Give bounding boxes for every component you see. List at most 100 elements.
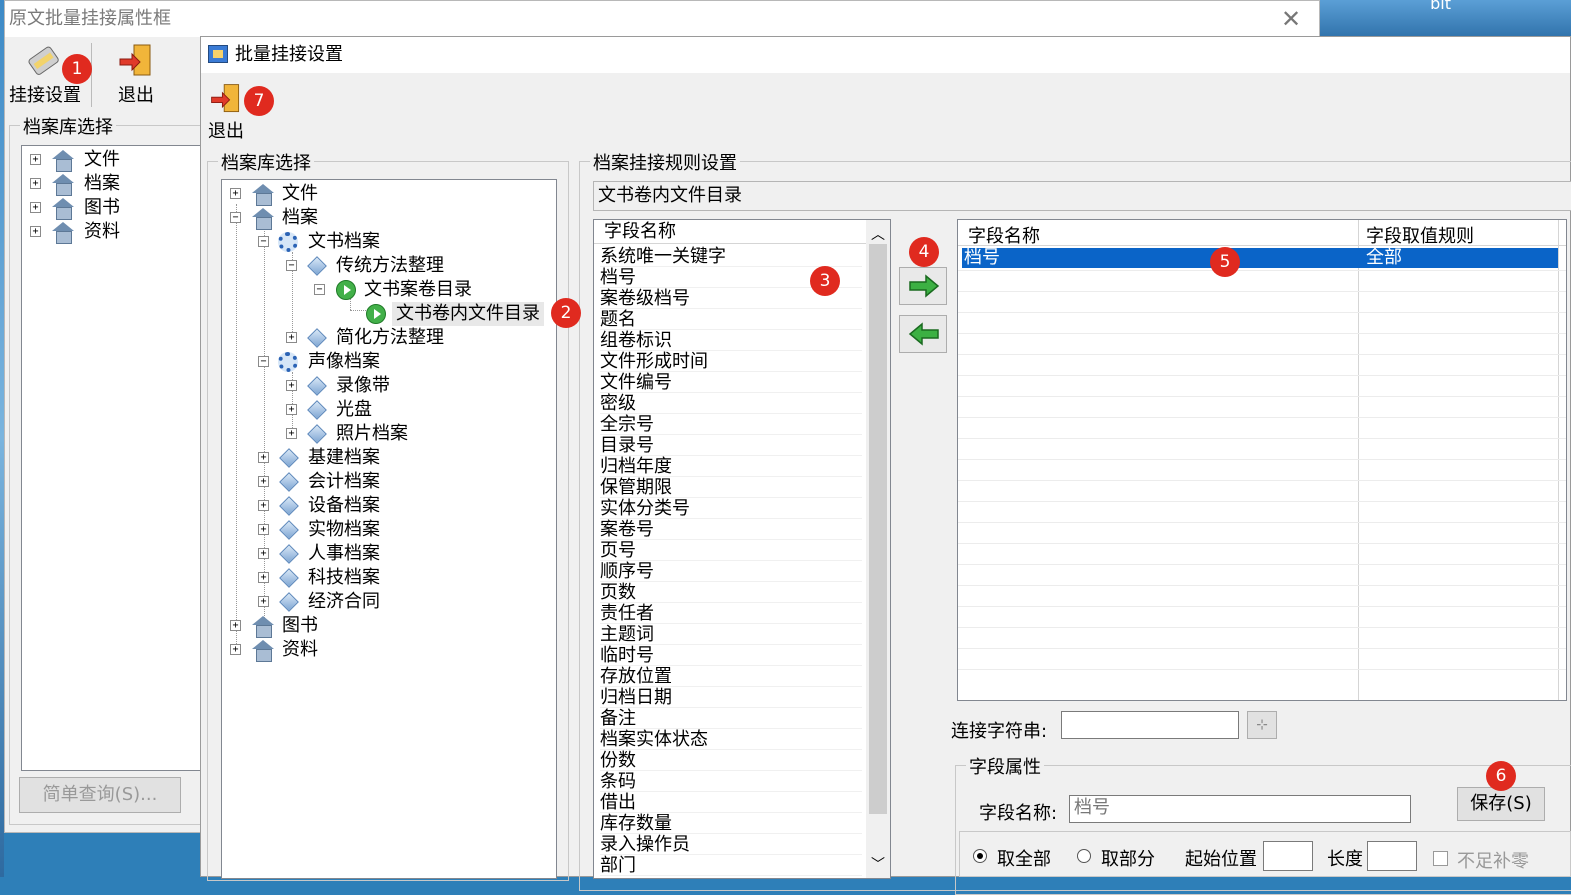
length-input[interactable]: [1367, 841, 1417, 871]
radio-take-part[interactable]: [1077, 849, 1091, 863]
field-list-item[interactable]: 录入操作员: [600, 834, 862, 855]
field-list-item[interactable]: 文件编号: [600, 372, 862, 393]
expand-icon[interactable]: +: [258, 572, 269, 583]
collapse-icon[interactable]: −: [258, 356, 269, 367]
category-icon: [307, 400, 327, 420]
library-icon: [52, 150, 74, 172]
field-list-item[interactable]: 份数: [600, 750, 862, 771]
remove-field-button[interactable]: [899, 315, 947, 353]
grid-selected-row[interactable]: 档号 全部: [962, 248, 1558, 268]
expand-icon[interactable]: +: [230, 644, 241, 655]
collapse-icon[interactable]: −: [258, 236, 269, 247]
source-field-list[interactable]: 字段名称 系统唯一关键字 档号 案卷级档号 题名 组卷标识 文件形成时间 文件编号 密级 全宗号…: [593, 219, 891, 879]
expand-icon[interactable]: +: [258, 548, 269, 559]
scroll-down-icon[interactable]: ﹀: [871, 854, 885, 874]
scroll-up-icon[interactable]: ︿: [871, 224, 885, 244]
expand-icon[interactable]: +: [258, 524, 269, 535]
field-list-item[interactable]: 密级: [600, 393, 862, 414]
tree-label: 文书档案: [308, 231, 380, 252]
field-list-item[interactable]: 系统唯一关键字: [600, 246, 862, 267]
expand-icon[interactable]: +: [286, 404, 297, 415]
expand-icon[interactable]: +: [230, 620, 241, 631]
category-icon: [307, 328, 327, 348]
field-list-header[interactable]: 字段名称: [594, 220, 866, 244]
field-list-item[interactable]: 临时号: [600, 645, 862, 666]
close-icon[interactable]: ✕: [1277, 5, 1305, 33]
expand-icon[interactable]: +: [30, 154, 41, 165]
vertical-scrollbar[interactable]: ︿ ﹀: [866, 220, 890, 878]
start-position-input[interactable]: [1263, 841, 1313, 871]
tree-label: 资料: [282, 639, 318, 660]
table-icon: [336, 280, 356, 300]
expand-icon[interactable]: +: [286, 332, 297, 343]
field-list-item[interactable]: 案卷号: [600, 519, 862, 540]
expand-icon[interactable]: +: [258, 476, 269, 487]
expand-icon[interactable]: +: [286, 380, 297, 391]
expand-icon[interactable]: +: [258, 500, 269, 511]
field-list-item[interactable]: 档案实体状态: [600, 729, 862, 750]
toolbar-separator: [91, 43, 92, 107]
expand-icon[interactable]: +: [230, 188, 241, 199]
desktop-label: bit: [1430, 0, 1451, 13]
expand-icon[interactable]: +: [258, 596, 269, 607]
front-archive-tree[interactable]: + 文件 − 档案 − 文书档案 − 传统方法整理 − 文书案卷目录 文书卷内文件目录 +…: [221, 179, 557, 879]
grid-col-value-rule[interactable]: 字段取值规则: [1366, 222, 1474, 248]
field-list-item[interactable]: 借出: [600, 792, 862, 813]
category-icon: [279, 472, 299, 492]
field-list-item[interactable]: 全宗号: [600, 414, 862, 435]
tree-label: 设备档案: [308, 495, 380, 516]
scroll-thumb[interactable]: [869, 244, 887, 814]
collapse-icon[interactable]: −: [230, 212, 241, 223]
selected-field-grid[interactable]: 字段名称 字段取值规则 档号 全部: [957, 219, 1567, 701]
step-badge-3: 3: [810, 266, 840, 296]
field-name-input[interactable]: 档号: [1069, 795, 1411, 823]
collapse-icon[interactable]: −: [314, 284, 325, 295]
field-list-item[interactable]: 题名: [600, 309, 862, 330]
grid-col-field-name[interactable]: 字段名称: [968, 222, 1040, 248]
field-list-item[interactable]: 存放位置: [600, 666, 862, 687]
arrow-left-icon: [908, 322, 939, 346]
field-list-item[interactable]: 页号: [600, 540, 862, 561]
field-list-item[interactable]: 责任者: [600, 603, 862, 624]
front-exit-button[interactable]: 退出: [205, 81, 247, 143]
add-field-button[interactable]: [899, 267, 947, 305]
back-exit-button[interactable]: 退出: [101, 41, 171, 107]
field-list-item[interactable]: 页数: [600, 582, 862, 603]
field-list-item[interactable]: 组卷标识: [600, 330, 862, 351]
field-list-item[interactable]: 归档日期: [600, 687, 862, 708]
field-list-item[interactable]: 备注: [600, 708, 862, 729]
front-window-title: 批量挂接设置: [235, 44, 343, 65]
field-list-item[interactable]: 文件形成时间: [600, 351, 862, 372]
pad-zero-checkbox[interactable]: [1433, 851, 1448, 866]
field-list-item[interactable]: 保管期限: [600, 477, 862, 498]
tree-label: 照片档案: [336, 423, 408, 444]
field-list-item[interactable]: 实体分类号: [600, 498, 862, 519]
connect-string-picker-button[interactable]: ⊹: [1247, 711, 1277, 739]
category-icon: [279, 448, 299, 468]
expand-icon[interactable]: +: [30, 202, 41, 213]
collapse-icon[interactable]: −: [286, 260, 297, 271]
field-list-item[interactable]: 目录号: [600, 435, 862, 456]
field-list-item[interactable]: 部门: [600, 855, 862, 876]
field-list-item[interactable]: 主题词: [600, 624, 862, 645]
expand-icon[interactable]: +: [30, 226, 41, 237]
expand-icon[interactable]: +: [30, 178, 41, 189]
field-list-item[interactable]: 顺序号: [600, 561, 862, 582]
back-archive-tree[interactable]: + 文件 + 档案 + 图书 + 资料: [21, 145, 211, 771]
tree-label: 文书卷内文件目录: [392, 302, 544, 326]
simple-query-button[interactable]: 简单查询(S)...: [19, 777, 181, 813]
grid-row-line: [958, 417, 1566, 418]
category-icon: [307, 424, 327, 444]
save-button[interactable]: 保存(S): [1457, 787, 1545, 821]
grid-row-line: [958, 564, 1566, 565]
step-badge-2: 2: [551, 298, 581, 328]
grid-row-line: [958, 354, 1566, 355]
connect-string-input[interactable]: [1061, 711, 1239, 739]
expand-icon[interactable]: +: [286, 428, 297, 439]
field-list-item[interactable]: 条码: [600, 771, 862, 792]
expand-icon[interactable]: +: [258, 452, 269, 463]
field-list-item[interactable]: 归档年度: [600, 456, 862, 477]
field-list-item[interactable]: 库存数量: [600, 813, 862, 834]
connect-string-label: 连接字符串:: [951, 721, 1048, 742]
radio-take-all[interactable]: [973, 849, 987, 863]
